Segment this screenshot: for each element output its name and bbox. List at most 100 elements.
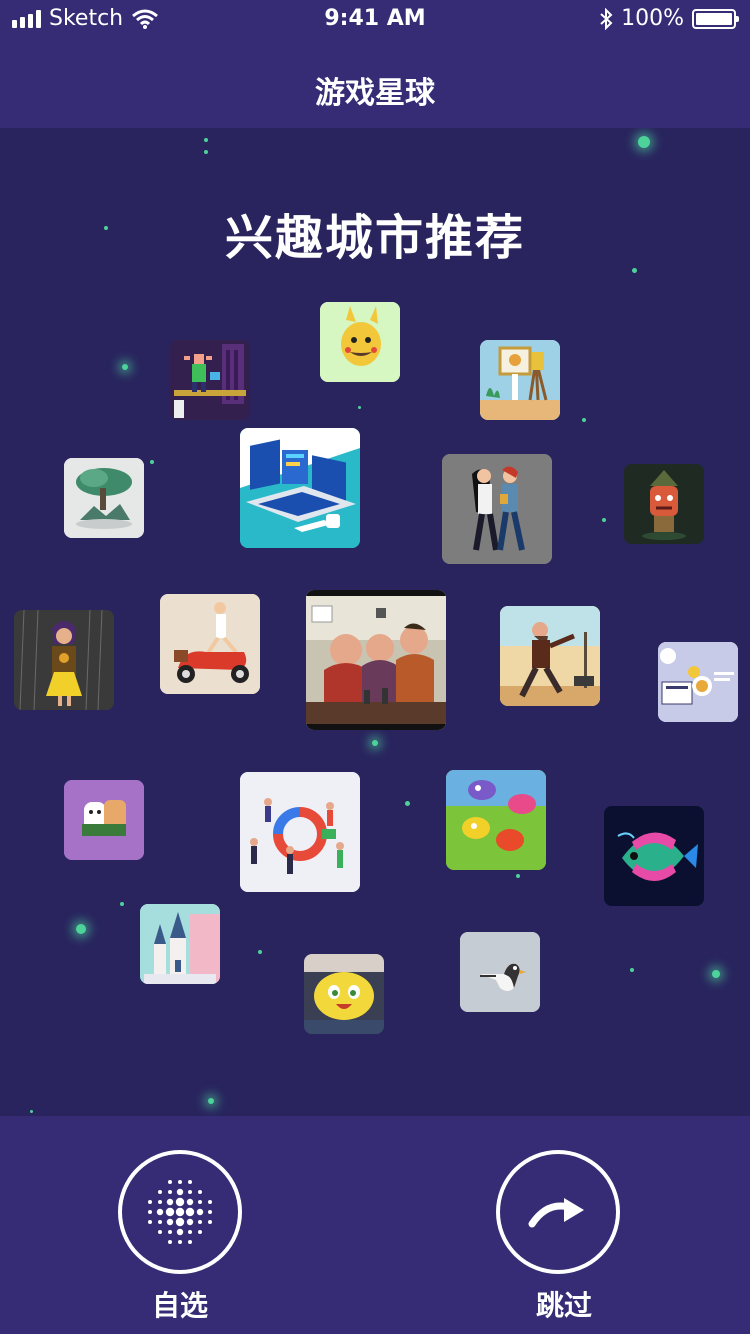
chick-icon (304, 954, 384, 1034)
running-man-icon (500, 606, 600, 706)
choose-button[interactable] (118, 1150, 242, 1274)
scooter-icon (160, 594, 260, 694)
status-bar: Sketch 9:41 AM 100% (0, 0, 750, 40)
tile-bonsai-tree[interactable] (64, 458, 144, 538)
dot-grid-dot (166, 1198, 174, 1206)
pixel-room-icon (170, 340, 250, 420)
star-dot (204, 138, 208, 142)
dot-grid-dot (168, 1240, 172, 1244)
dot-grid-dot (186, 1218, 194, 1226)
walking-women-icon (442, 454, 552, 564)
castle-icon (140, 904, 220, 984)
dot-grid-dot (175, 1217, 185, 1227)
dot-grid-dot (168, 1180, 172, 1184)
dot-grid-dot (208, 1220, 212, 1224)
tile-fish-creatures[interactable] (446, 770, 546, 870)
pikachu-face-icon (320, 302, 400, 382)
bonsai-tree-icon (64, 458, 144, 538)
star-dot (712, 970, 720, 978)
dot-grid-dot (198, 1190, 202, 1194)
page-title: 游戏星球 (315, 76, 435, 111)
tile-girl-in-rain[interactable] (14, 610, 114, 710)
laptop-dashboard-icon (240, 428, 360, 548)
tile-scooter-rider[interactable] (160, 594, 260, 694)
tile-red-goblin[interactable] (624, 464, 704, 544)
dot-grid-dot (178, 1180, 182, 1184)
star-dot (630, 968, 634, 972)
star-dot (122, 364, 128, 370)
dot-grid-dot (166, 1218, 174, 1226)
bluetooth-icon (600, 7, 613, 30)
star-dot (104, 226, 108, 230)
dot-grid-dot (175, 1197, 185, 1207)
dot-grid-icon (148, 1180, 212, 1244)
star-dot (150, 460, 154, 464)
tile-pastel-castle[interactable] (140, 904, 220, 984)
dot-grid-dot (158, 1190, 162, 1194)
dot-grid-dot (176, 1228, 184, 1236)
dot-grid-dot (176, 1188, 184, 1196)
tile-running-man[interactable] (500, 606, 600, 706)
star-dot (638, 136, 650, 148)
status-right: 100% (599, 6, 739, 31)
dot-grid-dot (188, 1230, 192, 1234)
tile-bread-character[interactable] (64, 780, 144, 860)
bread-icon (64, 780, 144, 860)
tile-minimal-bird[interactable] (460, 932, 540, 1012)
tile-dashboard-laptop[interactable] (240, 428, 360, 548)
star-dot (405, 801, 410, 806)
dot-grid-dot (175, 1207, 185, 1217)
fish-creatures-icon (446, 770, 546, 870)
star-dot (602, 518, 606, 522)
nav-bar: 游戏星球 (0, 40, 750, 128)
tile-discus-fish[interactable] (604, 806, 704, 906)
tile-pixel-room[interactable] (170, 340, 250, 420)
newspaper-icon (658, 642, 738, 722)
team-meeting-icon (240, 772, 360, 892)
dot-grid-dot (148, 1210, 152, 1214)
star-dot (208, 1098, 214, 1104)
star-dot (120, 902, 124, 906)
dot-grid-dot (168, 1190, 172, 1194)
tile-newspaper[interactable] (658, 642, 738, 722)
star-dot (76, 924, 86, 934)
dot-grid-dot (198, 1220, 202, 1224)
dot-grid-dot (165, 1207, 175, 1217)
bird-icon (460, 932, 540, 1012)
dot-grid-dot (198, 1200, 202, 1204)
skip-label: 跳过 (535, 1289, 592, 1322)
tile-walking-women[interactable] (442, 454, 552, 564)
dot-grid-dot (188, 1240, 192, 1244)
dot-grid-dot (198, 1230, 202, 1234)
dot-grid-dot (158, 1200, 162, 1204)
dot-grid-dot (178, 1240, 182, 1244)
rain-girl-icon (14, 610, 114, 710)
star-dot (258, 950, 262, 954)
redo-arrow-icon (528, 1198, 584, 1228)
easel-icon (480, 340, 560, 420)
skip-button[interactable] (496, 1150, 620, 1274)
battery-percent: 100% (621, 6, 684, 31)
tile-men-at-bar[interactable] (306, 590, 446, 730)
goblin-icon (624, 464, 704, 544)
star-dot (632, 268, 637, 273)
star-dot (372, 740, 378, 746)
tile-team-meeting[interactable] (240, 772, 360, 892)
dot-grid-dot (156, 1208, 164, 1216)
dot-grid-dot (186, 1198, 194, 1206)
dot-grid-dot (188, 1180, 192, 1184)
star-dot (204, 150, 208, 154)
dot-grid-dot (158, 1230, 162, 1234)
tile-pikachu-mustache[interactable] (320, 302, 400, 382)
bar-scene-icon (306, 590, 446, 730)
dot-grid-dot (148, 1200, 152, 1204)
star-dot (358, 406, 361, 409)
dot-grid-dot (208, 1200, 212, 1204)
star-dot (30, 1110, 33, 1113)
star-dot (582, 418, 586, 422)
bottom-action-bar: 自选 跳过 (0, 1116, 750, 1334)
tile-yellow-chick[interactable] (304, 954, 384, 1034)
battery-icon (692, 8, 739, 29)
dot-grid-dot (188, 1190, 192, 1194)
tile-painter-easel[interactable] (480, 340, 560, 420)
